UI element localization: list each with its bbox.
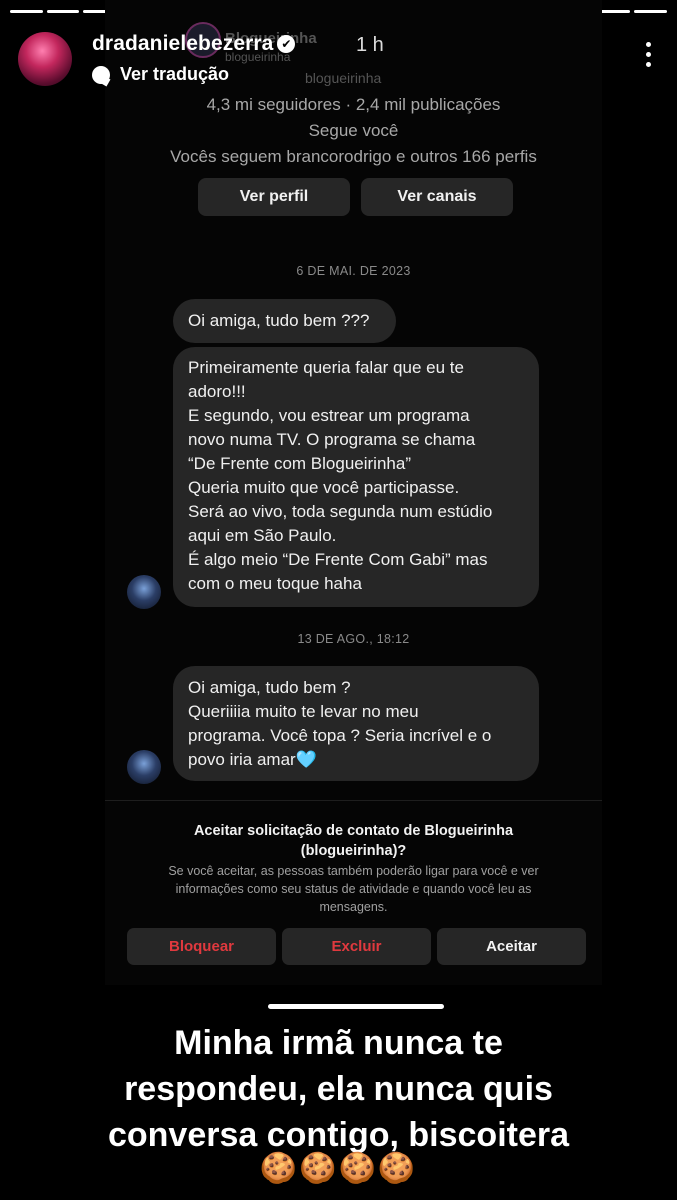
- request-note-line: mensagens.: [319, 900, 388, 914]
- story-avatar[interactable]: [18, 32, 72, 86]
- username-text: dradanielebezerra: [92, 32, 274, 55]
- message-text: Oi amiga, tudo bem ???: [188, 311, 370, 330]
- block-button[interactable]: Bloquear: [127, 928, 276, 965]
- cookie-emojis: 🍪🍪🍪🍪: [259, 1152, 418, 1185]
- message-line: “De Frente com Blogueirinha”: [188, 454, 411, 473]
- caption-line: respondeu, ela nunca quis: [124, 1070, 553, 1108]
- message-line: Primeiramente queria falar que eu te: [188, 358, 464, 377]
- request-actions: Bloquear Excluir Aceitar: [127, 928, 586, 965]
- message-line: Oi amiga, tudo bem ?: [188, 678, 351, 697]
- more-options-icon[interactable]: [645, 42, 651, 67]
- date-separator: 6 DE MAI. DE 2023: [296, 264, 411, 278]
- message-line: programa. Você topa ? Seria incrível e o: [188, 726, 492, 745]
- message-bubble: Oi amiga, tudo bem ? Queriiiia muito te l…: [173, 666, 539, 781]
- progress-segment: [597, 10, 631, 13]
- message-line: com o meu toque haha: [188, 574, 362, 593]
- message-line: aqui em São Paulo.: [188, 526, 337, 545]
- message-line: Queria muito que você participasse.: [188, 478, 460, 497]
- request-title-line: Aceitar solicitação de contato de Blogue…: [193, 823, 514, 839]
- progress-segment: [634, 10, 667, 13]
- request-note: Se você aceitar, as pessoas também poder…: [135, 862, 572, 916]
- view-profile-button[interactable]: Ver perfil: [198, 178, 350, 216]
- sender-avatar: [127, 575, 161, 609]
- message-line: E segundo, vou estrear um programa: [188, 406, 470, 425]
- message-line: Queriiiia muito te levar no meu: [188, 702, 419, 721]
- mutual-followers: Vocês seguem brancorodrigo e outros 166 …: [170, 147, 537, 166]
- story-username[interactable]: dradanielebezerra ✔: [92, 32, 296, 56]
- home-indicator: [268, 1004, 444, 1009]
- verified-badge-icon: ✔: [277, 35, 296, 53]
- story-time: 1 h: [356, 34, 384, 56]
- caption-line: Minha irmã nunca te: [174, 1024, 503, 1062]
- request-note-line: Se você aceitar, as pessoas também poder…: [168, 864, 539, 878]
- message-line: Será ao vivo, toda segunda num estúdio: [188, 502, 493, 521]
- translate-label: Ver tradução: [120, 64, 230, 84]
- message-line: novo numa TV. O programa se chama: [188, 430, 476, 449]
- message-bubble: Oi amiga, tudo bem ???: [173, 299, 396, 343]
- divider: [105, 800, 602, 801]
- story-header: dradanielebezerra ✔ 1 h Ver tradução: [18, 28, 659, 90]
- message-line: povo iria amar🩵: [188, 750, 317, 769]
- request-title-line: (blogueirinha)?: [300, 843, 407, 859]
- delete-button[interactable]: Excluir: [282, 928, 431, 965]
- sender-avatar: [127, 750, 161, 784]
- profile-stats: 4,3 mi seguidores · 2,4 mil publicações …: [105, 92, 602, 170]
- accept-button[interactable]: Aceitar: [437, 928, 586, 965]
- translate-icon: [92, 65, 110, 84]
- request-note-line: informações como seu status de atividade…: [175, 882, 532, 896]
- followers-line: 4,3 mi seguidores · 2,4 mil publicações: [206, 95, 501, 114]
- follows-you: Segue você: [308, 121, 399, 140]
- message-line: É algo meio “De Frente Com Gabi” mas: [188, 550, 488, 569]
- story-caption: Minha irmã nunca te respondeu, ela nunca…: [0, 1020, 677, 1158]
- profile-actions: Ver perfil Ver canais: [198, 178, 513, 216]
- message-line: adoro!!!: [188, 382, 246, 401]
- date-separator: 13 DE AGO., 18:12: [297, 632, 410, 646]
- dm-screenshot: Blogueirinha blogueirinha blogueirinha 4…: [105, 0, 602, 1009]
- progress-segment: [46, 10, 80, 13]
- message-bubble: Primeiramente queria falar que eu te ador…: [173, 347, 539, 607]
- request-title: Aceitar solicitação de contato de Blogue…: [105, 821, 602, 861]
- progress-segment: [10, 10, 43, 13]
- translate-button[interactable]: Ver tradução: [92, 64, 229, 85]
- view-channels-button[interactable]: Ver canais: [361, 178, 513, 216]
